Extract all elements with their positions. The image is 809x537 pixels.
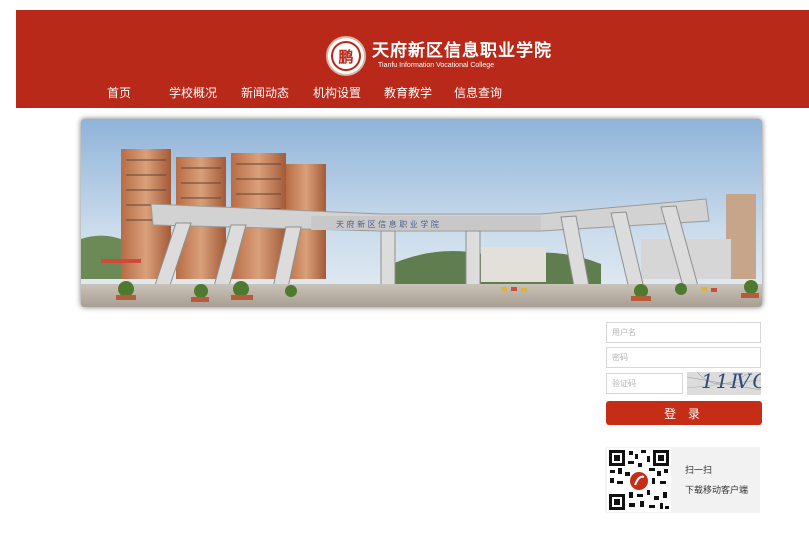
college-seal-icon: 鹏: [326, 36, 366, 76]
captcha-input[interactable]: [606, 373, 683, 394]
nav-item-info-query[interactable]: 信息查询: [454, 84, 502, 102]
gate-inscription: 天 府 新 区 信 息 职 业 学 院: [336, 219, 439, 229]
username-input[interactable]: [606, 322, 761, 343]
logo-chinese-name: 天府新区信息职业学院: [372, 41, 552, 61]
campus-banner: 天 府 新 区 信 息 职 业 学 院: [81, 119, 762, 307]
campus-gate-photo: 天 府 新 区 信 息 职 业 学 院: [81, 119, 762, 307]
logo-english-name: Tianfu Information Vocational College: [378, 62, 495, 69]
site-header: 鹏 天府新区信息职业学院 Tianfu Information Vocation…: [16, 10, 809, 108]
login-button[interactable]: 登 录: [606, 401, 762, 425]
seal-character: 鹏: [331, 41, 361, 71]
nav-item-news[interactable]: 新闻动态: [241, 84, 289, 102]
main-nav: 首页 学校概况 新闻动态 机构设置 教育教学 信息查询: [16, 84, 809, 102]
nav-item-overview[interactable]: 学校概况: [169, 84, 217, 102]
scan-label: 扫一扫: [685, 466, 713, 476]
password-input[interactable]: [606, 347, 761, 368]
captcha-image[interactable]: 11ⅣG: [687, 372, 761, 395]
nav-item-education[interactable]: 教育教学: [384, 84, 432, 102]
nav-item-org[interactable]: 机构设置: [313, 84, 361, 102]
captcha-code: 11ⅣG: [701, 372, 761, 393]
qr-code-icon[interactable]: [607, 448, 671, 512]
site-logo[interactable]: 鹏 天府新区信息职业学院 Tianfu Information Vocation…: [326, 36, 552, 76]
app-download-box: 扫一扫 下载移动客户端: [605, 447, 760, 513]
nav-item-home[interactable]: 首页: [107, 84, 131, 102]
logo-text: 天府新区信息职业学院 Tianfu Information Vocational…: [372, 42, 552, 70]
download-app-label: 下载移动客户端: [685, 486, 749, 496]
